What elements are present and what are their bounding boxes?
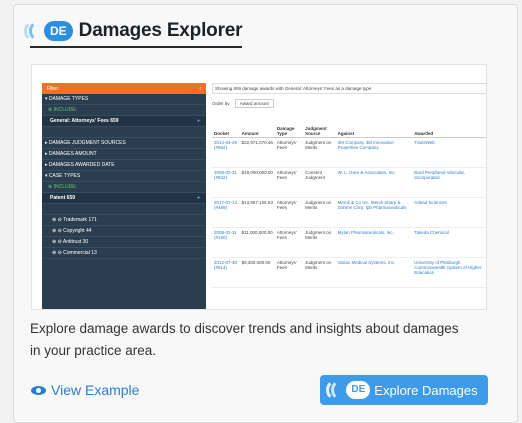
eye-icon bbox=[31, 385, 46, 395]
preview-filter-bar: Filter ‹ bbox=[42, 83, 206, 94]
preview-cell-amount: $13,957,106.53 bbox=[239, 197, 275, 228]
preview-column-header: Against bbox=[335, 117, 413, 138]
preview-filter-row: ⊕ INCLUDE: bbox=[42, 182, 206, 193]
preview-filter-row: General: Attorneys' Fees 659 ● bbox=[42, 116, 206, 127]
preview-filter-row: ▾ CASE TYPES bbox=[42, 171, 206, 182]
remove-filter-icon: ● bbox=[196, 118, 200, 124]
preview-filter-row bbox=[42, 127, 206, 138]
preview-cell-against: Mylan Pharmaceuticals, Inc. bbox=[335, 227, 413, 258]
preview-filter-row-label: Patent 659 bbox=[50, 195, 76, 201]
view-example-label: View Example bbox=[51, 382, 140, 398]
preview-cell-against: Merck & Co Inc. Merck Sharp & Dohme Corp… bbox=[335, 197, 413, 228]
preview-results: Showing 659 damage awards with General: … bbox=[212, 83, 486, 288]
view-example-link[interactable]: View Example bbox=[31, 382, 139, 398]
preview-cell-awarded: Bard Peripheral Vascular, Incorporated bbox=[412, 167, 486, 198]
preview-table-row: 2017-07-14 (#489) $13,957,106.53 Attorneys… bbox=[212, 197, 486, 228]
preview-filter-row: ⊕ INCLUDE: bbox=[42, 105, 206, 116]
preview-cell-source: Judgment on Merits bbox=[303, 197, 336, 228]
preview-filter-row: ⊕ ⊖ Copyright 44 bbox=[42, 226, 206, 237]
preview-order-by: Order by Award amount bbox=[212, 99, 486, 109]
preview-cell-docket: 2014-04-29 (#582) bbox=[212, 137, 240, 168]
preview-cell-awarded: Gilead Sciences bbox=[412, 197, 486, 228]
preview-filter-row-label: ▾ DAMAGE TYPES bbox=[45, 96, 89, 102]
preview-cell-amount: $9,300,000.00 bbox=[239, 257, 275, 288]
preview-filter-row: ▸ DAMAGE JUDGMENT SOURCES bbox=[42, 138, 206, 149]
preview-filter-row: ⊕ ⊖ Antitrust 30 bbox=[42, 237, 206, 248]
preview-filter-row: ⊕ ⊖ Commercial 13 bbox=[42, 248, 206, 259]
preview-filter-row bbox=[42, 204, 206, 215]
preview-cell-type: Attorneys' Fees bbox=[274, 137, 304, 168]
preview-cell-type: Attorneys' Fees bbox=[274, 257, 304, 288]
title-underline bbox=[30, 46, 242, 48]
card-description: Explore damage awards to discover trends… bbox=[30, 321, 459, 358]
preview-table-row: 2014-04-29 (#582) $22,971,070.46 Attorneys… bbox=[212, 137, 486, 168]
preview-cell-docket: 2012-07-30 (#514) bbox=[212, 257, 240, 288]
preview-table-row: 2012-07-30 (#514) $9,300,000.00 Attorneys'… bbox=[212, 257, 486, 288]
preview-filter-row-label: ⊕ ⊖ Trademark 171 bbox=[52, 217, 97, 223]
card-title: Damages Explorer bbox=[78, 20, 243, 41]
preview-cell-awarded: Takeda Chemical bbox=[412, 227, 486, 258]
preview-filter-row: ▸ DAMAGES AMOUNT bbox=[42, 149, 206, 160]
de-logo: DE bbox=[24, 20, 73, 42]
explore-damages-label: Explore Damages bbox=[374, 382, 478, 398]
preview-column-header: Judgment Source bbox=[303, 117, 336, 138]
preview-filter-row-label: ▸ DAMAGE JUDGMENT SOURCES bbox=[45, 140, 126, 146]
explore-damages-button[interactable]: DE Explore Damages bbox=[320, 375, 488, 405]
preview-table-row: 2008-02-11 (#190) $11,000,000.00 Attorneys… bbox=[212, 227, 486, 258]
preview-screenshot: Filter ‹ ▾ DAMAGE TYPES ⊕ INCLUDE: General… bbox=[31, 64, 487, 310]
preview-filter-row-label: ⊕ INCLUDE: bbox=[48, 184, 77, 190]
preview-filter-row-label: ⊕ INCLUDE: bbox=[48, 107, 77, 113]
de-logo: DE bbox=[326, 379, 374, 401]
preview-column-header: Amount bbox=[239, 117, 275, 138]
preview-column-header: Damage Type bbox=[274, 117, 304, 138]
preview-filter-row-label: General: Attorneys' Fees 659 bbox=[50, 118, 119, 124]
chevron-left-icon: ‹ bbox=[199, 85, 201, 92]
preview-filter-row: ▸ DAMAGES AWARDED DATE bbox=[42, 160, 206, 171]
preview-filter-row: Patent 659 ● bbox=[42, 193, 206, 204]
preview-filter-sidebar: Filter ‹ ▾ DAMAGE TYPES ⊕ INCLUDE: General… bbox=[42, 83, 206, 309]
preview-cell-source: Judgment on Merits bbox=[303, 137, 336, 168]
preview-cell-against: Varian Medical Systems, Inc. bbox=[335, 257, 413, 288]
preview-cell-docket: 2008-02-11 (#190) bbox=[212, 227, 240, 258]
preview-order-select: Award amount bbox=[234, 99, 274, 108]
remove-filter-icon: ● bbox=[196, 195, 200, 201]
preview-table-row: 2008-02-31 (#842) $19,000,000.00 Attorneys… bbox=[212, 167, 486, 198]
preview-filter-row-label: ▸ DAMAGES AMOUNT bbox=[45, 151, 97, 157]
preview-cell-against: W. L. Gore & Associates, Inc. bbox=[335, 167, 413, 198]
preview-filter-row-label: ▾ CASE TYPES bbox=[45, 173, 81, 179]
card-header: DE Damages Explorer bbox=[24, 20, 243, 42]
preview-cell-source: Consent Judgment bbox=[303, 167, 336, 198]
signal-arcs-icon bbox=[326, 379, 346, 401]
preview-showing-text: Showing 659 damage awards with General: … bbox=[212, 83, 486, 94]
preview-order-label: Order by bbox=[212, 101, 230, 106]
preview-cell-source: Judgment on Merits bbox=[303, 257, 336, 288]
preview-cell-type: Attorneys' Fees bbox=[274, 167, 304, 198]
preview-column-header: Docket bbox=[212, 117, 240, 138]
preview-cell-docket: 2017-07-14 (#489) bbox=[212, 197, 240, 228]
preview-cell-type: Attorneys' Fees bbox=[274, 227, 304, 258]
preview-cell-type: Attorneys' Fees bbox=[274, 197, 304, 228]
preview-cell-against: 3M Company 3M Innovative Properties Comp… bbox=[335, 137, 413, 168]
preview-filter-row-label: ⊕ ⊖ Copyright 44 bbox=[52, 228, 92, 234]
preview-filter-row: ⊕ ⊖ Trademark 171 bbox=[42, 215, 206, 226]
preview-cell-amount: $19,000,000.00 bbox=[239, 167, 275, 198]
preview-column-header: Awarded bbox=[412, 117, 486, 138]
preview-filter-row-label: ⊕ ⊖ Commercial 13 bbox=[52, 250, 97, 256]
preview-cell-awarded: University of Pittsburgh Commonwealth Sy… bbox=[412, 257, 486, 288]
preview-results-table: Docket Amount Damage Type Judgment Source Ag… bbox=[212, 117, 486, 288]
preview-filter-row: ▾ DAMAGE TYPES bbox=[42, 94, 206, 105]
preview-cell-docket: 2008-02-31 (#842) bbox=[212, 167, 240, 198]
preview-filter-row-label: ⊕ ⊖ Antitrust 30 bbox=[52, 239, 89, 245]
preview-filter-label: Filter bbox=[47, 85, 59, 92]
preview-filter-row-label: ▸ DAMAGES AWARDED DATE bbox=[45, 162, 115, 168]
preview-cell-amount: $22,971,070.46 bbox=[239, 137, 275, 168]
preview-cell-source: Judgment on Merits bbox=[303, 227, 336, 258]
signal-arcs-icon bbox=[24, 20, 44, 42]
preview-cell-awarded: TransWeb bbox=[412, 137, 486, 168]
preview-cell-amount: $11,000,000.00 bbox=[239, 227, 275, 258]
